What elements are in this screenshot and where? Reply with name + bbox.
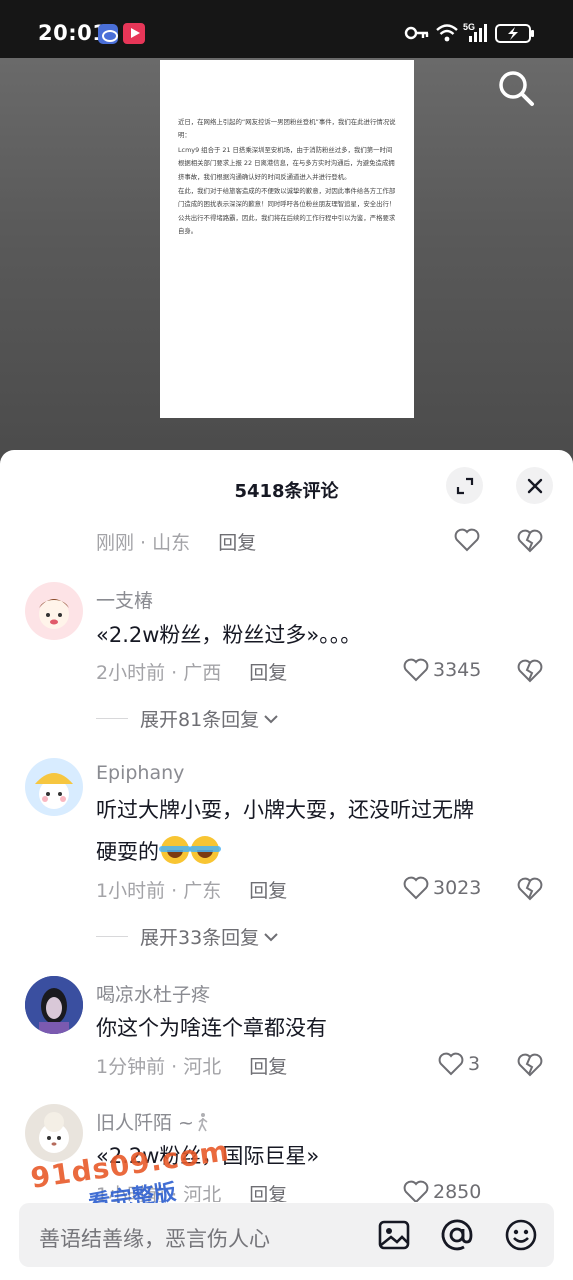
laugh-cry-emoji-icon	[189, 836, 221, 864]
expand-replies-label: 展开81条回复	[140, 709, 260, 731]
dislike-icon[interactable]	[517, 1053, 543, 1077]
heart-icon	[438, 1052, 464, 1076]
divider	[96, 718, 128, 719]
like-button[interactable]: 3023	[403, 876, 481, 900]
heart-icon	[403, 658, 429, 682]
comment-location: 广东	[183, 880, 222, 902]
battery-charging-icon	[495, 24, 534, 43]
signal-5g-icon: 5G	[463, 22, 487, 42]
app-notification-icon	[98, 24, 118, 44]
reply-button[interactable]: 回复	[249, 880, 287, 902]
expand-sheet-button[interactable]	[446, 467, 483, 504]
comment-text: 你这个为啥连个章都没有	[96, 1016, 327, 1040]
avatar[interactable]	[25, 758, 83, 816]
comment-list[interactable]: 刚刚 · 山东 回复 一支椿 «2.2w粉丝，粉丝过多»。。。 2小时前 · 广…	[0, 502, 573, 1202]
comment-location: 河北	[183, 1056, 222, 1078]
doc-paragraph: Lcmy9 组合于 21 日搭乘深圳至安机场，由于消防粉丝过多，我们第一时间根据…	[178, 145, 395, 181]
statement-document: 近日，在网络上引起的“网友控诉一男团粉丝登机”事件，我们在此进行情况说明： Lc…	[160, 60, 414, 418]
comment-meta: 1小时前 · 广东 回复	[96, 880, 288, 902]
expand-replies-button[interactable]: 展开33条回复	[96, 923, 279, 950]
like-button[interactable]: 2850	[403, 1180, 481, 1202]
comment-username[interactable]: 喝凉水杜子疼	[96, 980, 210, 1007]
like-count: 3023	[433, 877, 482, 899]
search-icon[interactable]	[496, 68, 536, 108]
avatar[interactable]	[25, 976, 83, 1034]
like-button[interactable]	[454, 528, 480, 552]
doc-paragraph: 在此，我们对于给旅客造成的不便致以诚挚的歉意，对因此事件给各方工作部门造成的困扰…	[178, 187, 396, 236]
comment-username[interactable]: 旧人阡陌 ~	[96, 1108, 210, 1135]
comment-time: 1分钟前	[96, 1056, 166, 1078]
comment-time: 刚刚	[96, 532, 135, 554]
chevron-down-icon	[264, 714, 278, 723]
status-bar: 20:01 5G	[0, 0, 573, 58]
comment-time: 1小时前	[96, 880, 166, 902]
laugh-cry-emoji-icon	[159, 836, 191, 864]
like-count: 3345	[433, 659, 482, 681]
comment-text-line: 硬耍的	[96, 831, 545, 873]
walking-person-icon	[198, 1113, 208, 1132]
dislike-icon[interactable]	[517, 877, 543, 901]
expand-replies-label: 展开33条回复	[140, 927, 260, 949]
dislike-icon[interactable]	[517, 659, 543, 683]
comment-text: «2.2w粉丝，粉丝过多»。。。	[96, 623, 362, 647]
expand-icon	[456, 477, 473, 494]
comment-location: 山东	[152, 532, 191, 554]
svg-text:5G: 5G	[463, 22, 475, 32]
comment-time: 2小时前	[96, 662, 166, 684]
comment-meta: 2小时前 · 广西 回复	[96, 662, 288, 684]
heart-icon	[454, 528, 480, 552]
comment-location: 广西	[183, 662, 222, 684]
reply-button[interactable]: 回复	[249, 662, 287, 684]
status-icons: 5G	[404, 22, 534, 43]
video-player[interactable]: 近日，在网络上引起的“网友控诉一男团粉丝登机”事件，我们在此进行情况说明： Lc…	[0, 58, 573, 478]
comment-username[interactable]: Epiphany	[96, 762, 184, 784]
comment-input[interactable]: 善语结善缘，恶言伤人心	[39, 1223, 270, 1253]
comment-text-line: 听过大牌小耍，小牌大耍，还没听过无牌	[96, 798, 474, 822]
status-time: 20:01	[38, 21, 108, 45]
comment-username[interactable]: 一支椿	[96, 586, 153, 613]
reply-button[interactable]: 回复	[249, 1184, 287, 1202]
close-sheet-button[interactable]	[516, 467, 553, 504]
chevron-down-icon	[264, 932, 278, 941]
comment-location: 河北	[183, 1184, 222, 1202]
divider	[96, 936, 128, 937]
avatar[interactable]	[25, 582, 83, 640]
image-icon[interactable]	[377, 1218, 411, 1252]
comment-meta: 1分钟前 · 河北 回复	[96, 1056, 288, 1078]
dislike-icon[interactable]	[517, 529, 543, 553]
video-app-notification-icon	[123, 23, 145, 44]
mention-icon[interactable]	[440, 1218, 474, 1252]
comment-username-text: 旧人阡陌 ~	[96, 1112, 194, 1134]
like-button[interactable]: 3	[438, 1052, 480, 1076]
wifi-icon	[436, 24, 458, 42]
like-count: 3	[468, 1053, 481, 1075]
doc-paragraph: 近日，在网络上引起的“网友控诉一男团粉丝登机”事件，我们在此进行情况说明：	[178, 118, 396, 140]
comment-input-bar[interactable]: 善语结善缘，恶言伤人心	[19, 1203, 554, 1267]
heart-icon	[403, 876, 429, 900]
avatar[interactable]	[25, 1104, 83, 1162]
expand-replies-button[interactable]: 展开81条回复	[96, 705, 279, 732]
comment-text: 听过大牌小耍，小牌大耍，还没听过无牌 硬耍的	[96, 789, 545, 873]
like-count: 2850	[433, 1181, 482, 1202]
close-icon	[527, 478, 542, 493]
reply-button[interactable]: 回复	[218, 532, 256, 554]
comment-text-line2: 硬耍的	[96, 840, 159, 864]
like-button[interactable]: 3345	[403, 658, 481, 682]
vpn-key-icon	[404, 26, 429, 40]
reply-button[interactable]: 回复	[249, 1056, 287, 1078]
comment-meta: 刚刚 · 山东 回复	[96, 532, 257, 554]
heart-icon	[403, 1180, 429, 1202]
comments-count-title: 5418条评论	[234, 481, 339, 502]
emoji-icon[interactable]	[504, 1218, 538, 1252]
